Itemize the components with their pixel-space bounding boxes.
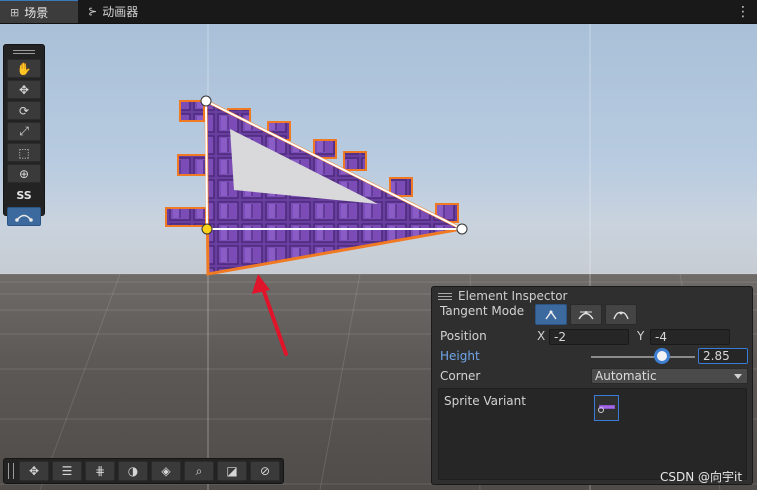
tab-animator-label: 动画器	[102, 4, 139, 19]
rect-icon: ⬚	[18, 145, 30, 160]
tangent-continuous-icon	[578, 310, 594, 319]
sphere-view-button[interactable]: ◑	[118, 461, 148, 481]
control-point-right	[456, 223, 468, 235]
position-label: Position	[440, 329, 487, 343]
scene-bottom-toolbar: ✥ ☰ ⋕ ◑ ◈ ⌕ ◪ ⊘	[3, 458, 284, 484]
tab-animator[interactable]: ⊱ 动画器	[78, 0, 148, 23]
element-inspector: Element Inspector Tangent Mode Position …	[431, 286, 753, 485]
tab-scene-label: 场景	[24, 5, 49, 20]
grid-icon: ⊞	[10, 5, 20, 19]
camera-button[interactable]: ◪	[217, 461, 247, 481]
corner-dropdown[interactable]: Automatic	[591, 368, 748, 384]
animator-icon: ⊱	[88, 4, 98, 18]
position-x-label: X	[537, 329, 546, 343]
chevron-down-icon	[734, 374, 742, 379]
sphere-icon: ◑	[127, 464, 139, 478]
watermark-text: CSDN @向宇it	[660, 470, 743, 484]
layers-button[interactable]: ◈	[151, 461, 181, 481]
tools-overlay: ✋ ✥ ⟳ ⤢ ⬚ ⊕ SS	[3, 44, 45, 226]
align-button[interactable]: ☰	[52, 461, 82, 481]
editor-root: ⊞ 场景 ⊱ 动画器 ⋮ ✋ ✥ ⟳ ⤢ ⬚ ⊕ SS ✥ ☰ ⋕ ◑ ◈ ⌕ …	[0, 0, 757, 490]
scale-tool-button[interactable]: ⤢	[7, 122, 41, 141]
tab-bar: ⊞ 场景 ⊱ 动画器 ⋮	[0, 0, 757, 24]
hand-tool-button[interactable]: ✋	[7, 59, 41, 78]
tangent-continuous-button[interactable]	[570, 304, 602, 325]
tangent-broken-icon	[613, 311, 629, 319]
height-slider-track[interactable]	[591, 356, 695, 358]
tab-scene[interactable]: ⊞ 场景	[0, 0, 78, 23]
scale-icon: ⤢	[19, 124, 29, 138]
sprite-thumbnail-icon	[597, 405, 615, 413]
grid-snap-icon: ⋕	[94, 464, 106, 478]
align-icon: ☰	[61, 464, 73, 478]
navigate-button[interactable]: ⊘	[250, 461, 280, 481]
transform-icon: ⊕	[18, 166, 30, 181]
position-y-label: Y	[637, 329, 645, 343]
tangent-mode-label: Tangent Mode	[440, 304, 525, 318]
rotate-tool-button[interactable]: ⟳	[7, 101, 41, 120]
bottom-toolbar-grip[interactable]	[8, 463, 14, 479]
transform-tool-button[interactable]: ⊕	[7, 164, 41, 183]
sprite-variant-panel: Sprite Variant	[438, 388, 747, 480]
search-icon: ⌕	[195, 463, 203, 478]
grip-icon	[438, 292, 452, 300]
position-y-field[interactable]: -4	[650, 329, 730, 345]
height-slider-handle[interactable]	[653, 348, 670, 364]
height-field[interactable]: 2.85	[698, 348, 748, 364]
move-icon: ✥	[28, 464, 40, 478]
search-button[interactable]: ⌕	[184, 461, 214, 481]
ss-tool-button[interactable]: SS	[7, 185, 41, 205]
move-icon: ✥	[18, 82, 30, 97]
annotation-arrow-shape	[252, 274, 288, 356]
rect-tool-button[interactable]: ⬚	[7, 143, 41, 162]
control-point-selected	[201, 223, 213, 235]
compass-icon: ⊘	[259, 464, 271, 478]
move-tool-button[interactable]: ✥	[7, 80, 41, 99]
position-x-field[interactable]: -2	[549, 329, 629, 345]
move-snap-button[interactable]: ✥	[19, 461, 49, 481]
tools-overlay-grip[interactable]	[13, 48, 35, 56]
hand-icon: ✋	[16, 61, 32, 76]
sprite-variant-label: Sprite Variant	[444, 394, 526, 408]
tangent-broken-button[interactable]	[605, 304, 637, 325]
rotate-icon: ⟳	[18, 103, 30, 118]
spline-edit-icon	[15, 214, 33, 222]
spline-edit-button[interactable]	[7, 207, 41, 226]
sprite-variant-thumbnail[interactable]	[594, 395, 619, 421]
corner-dropdown-value: Automatic	[595, 369, 657, 383]
inspector-header[interactable]: Element Inspector	[432, 287, 752, 305]
grid-snap-button[interactable]: ⋕	[85, 461, 115, 481]
camera-icon: ◪	[226, 464, 238, 478]
tangent-linear-button[interactable]	[535, 304, 567, 325]
tangent-linear-icon	[545, 310, 557, 319]
corner-label: Corner	[440, 369, 481, 383]
height-label: Height	[440, 349, 480, 363]
more-options-icon[interactable]: ⋮	[736, 3, 750, 21]
inspector-title: Element Inspector	[458, 289, 568, 303]
layers-icon: ◈	[161, 464, 171, 478]
control-point-top	[200, 95, 212, 107]
